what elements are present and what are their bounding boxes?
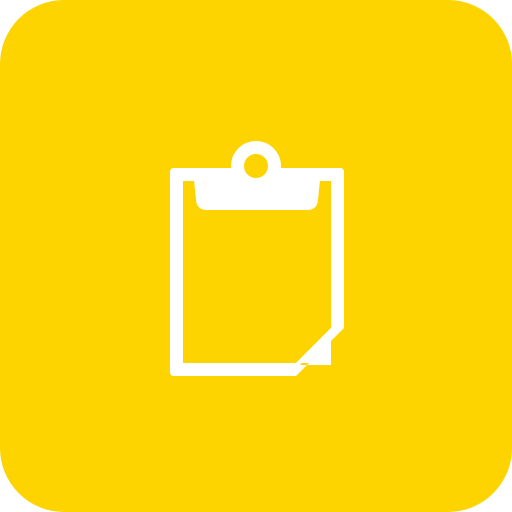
icon-background <box>0 0 512 512</box>
app-icon[interactable] <box>0 0 512 512</box>
clipboard-icon <box>0 0 512 512</box>
text-line-3 <box>213 301 256 313</box>
text-line-1 <box>213 242 300 254</box>
clip-hole <box>244 154 268 178</box>
text-line-2 <box>213 271 300 283</box>
